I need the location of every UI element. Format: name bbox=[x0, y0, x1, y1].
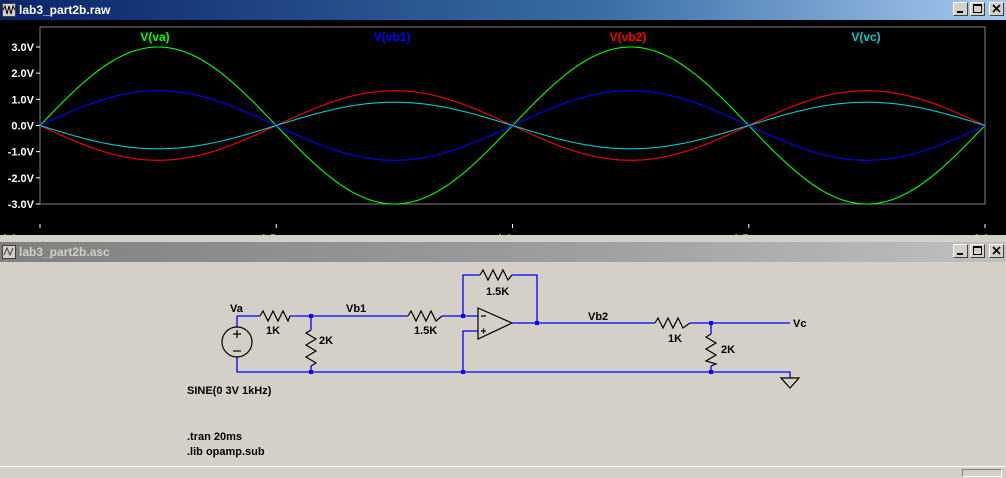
junction-dot bbox=[461, 314, 465, 318]
schematic-drawing: Va Vb1 Vb2 Vc 1K 2K 1.5K 1.5K 1K 2K SINE… bbox=[187, 268, 806, 458]
resistor-r4[interactable] bbox=[654, 316, 691, 330]
plot-close-button[interactable] bbox=[989, 2, 1004, 16]
x-tick-label: 2.0ms bbox=[974, 233, 1005, 235]
schematic-close-button[interactable] bbox=[989, 244, 1004, 258]
wire-opamp-plus[interactable] bbox=[462, 330, 478, 372]
component-value-r4: 1K bbox=[668, 333, 682, 345]
x-tick-label: 1.0ms bbox=[497, 233, 528, 235]
node-label-vc: Vc bbox=[793, 318, 806, 330]
junction-dot bbox=[709, 370, 713, 374]
schematic-file-icon bbox=[2, 245, 16, 259]
close-icon bbox=[992, 4, 1001, 13]
x-tick-label: 0.0ms bbox=[2, 233, 33, 235]
y-tick-label: -1.0V bbox=[8, 147, 35, 159]
plot-area-border bbox=[39, 26, 986, 205]
directive-lib: .lib opamp.sub bbox=[187, 446, 265, 458]
y-tick-label: -2.0V bbox=[8, 173, 35, 185]
wire-vc[interactable] bbox=[690, 322, 790, 372]
component-value-r1: 1K bbox=[266, 325, 280, 337]
junction-dot bbox=[309, 314, 313, 318]
plot-maximize-button[interactable] bbox=[970, 2, 985, 16]
schematic-minimize-button[interactable] bbox=[953, 244, 968, 258]
schematic-window-titlebar[interactable]: lab3_part2b.asc bbox=[0, 242, 1006, 262]
series-line-vvc[interactable] bbox=[39, 101, 986, 150]
wire-opamp-in[interactable] bbox=[442, 274, 538, 323]
legend-entry[interactable]: V(va) bbox=[140, 30, 169, 44]
junction-dot bbox=[461, 370, 465, 374]
legend-entry[interactable]: V(vb1) bbox=[374, 30, 411, 44]
wire-va[interactable] bbox=[236, 316, 791, 378]
y-tick-label: 1.0V bbox=[11, 94, 34, 106]
y-tick-label: -3.0V bbox=[8, 199, 35, 211]
legend-entry[interactable]: V(vc) bbox=[851, 30, 880, 44]
source-spec: SINE(0 3V 1kHz) bbox=[187, 385, 272, 397]
status-bar-segment bbox=[962, 469, 1002, 477]
resistor-r1[interactable] bbox=[259, 309, 291, 323]
maximize-icon bbox=[973, 4, 982, 13]
junction-dot bbox=[309, 370, 313, 374]
node-label-va: Va bbox=[230, 303, 244, 315]
ground-symbol[interactable] bbox=[779, 377, 801, 389]
maximize-icon bbox=[973, 246, 982, 255]
junction-dot bbox=[709, 321, 713, 325]
waveform-chart: V(va) V(vb1) V(vb2) V(vc) 3.0V 2.0V 1.0V 0.0V -… bbox=[2, 26, 1005, 235]
y-tick-label: 0.0V bbox=[11, 121, 34, 133]
component-value-rf: 1.5K bbox=[486, 286, 509, 298]
resistor-r2[interactable] bbox=[304, 329, 318, 367]
voltage-source[interactable] bbox=[221, 326, 253, 358]
component-value-r5: 2K bbox=[721, 344, 735, 356]
node-label-vb1: Vb1 bbox=[346, 303, 366, 315]
legend-entry[interactable]: V(vb2) bbox=[610, 30, 647, 44]
schematic-window-title: lab3_part2b.asc bbox=[19, 245, 110, 259]
status-bar bbox=[0, 466, 1006, 478]
schematic-canvas[interactable]: Va Vb1 Vb2 Vc 1K 2K 1.5K 1.5K 1K 2K SINE… bbox=[0, 262, 1006, 462]
plot-window-title: lab3_part2b.raw bbox=[19, 3, 111, 17]
resistor-r5[interactable] bbox=[704, 333, 718, 367]
junction-dot bbox=[535, 321, 539, 325]
y-tick-label: 2.0V bbox=[11, 68, 34, 80]
x-tick-label: 1.5ms bbox=[733, 233, 764, 235]
wires bbox=[236, 274, 791, 378]
resistor-rf[interactable] bbox=[479, 268, 513, 282]
component-value-r2: 2K bbox=[319, 335, 333, 347]
component-value-r3: 1.5K bbox=[414, 325, 437, 337]
schematic-maximize-button[interactable] bbox=[970, 244, 985, 258]
waveform-file-icon bbox=[2, 3, 16, 17]
opamp[interactable] bbox=[477, 307, 514, 340]
node-label-vb2: Vb2 bbox=[588, 311, 608, 323]
plot-minimize-button[interactable] bbox=[953, 2, 968, 16]
x-tick-label: 0.5ms bbox=[261, 233, 292, 235]
plot-window-titlebar[interactable]: lab3_part2b.raw bbox=[0, 0, 1006, 20]
close-icon bbox=[992, 246, 1001, 255]
resistor-r3[interactable] bbox=[407, 309, 443, 323]
y-tick-label: 3.0V bbox=[11, 42, 34, 54]
directive-tran: .tran 20ms bbox=[187, 431, 242, 443]
waveform-plot[interactable]: V(va) V(vb1) V(vb2) V(vc) 3.0V 2.0V 1.0V 0.0V -… bbox=[0, 20, 1006, 235]
plot-window: lab3_part2b.raw V(va) V(vb1) V(vb2) V(vc) 3… bbox=[0, 0, 1006, 236]
minimize-icon bbox=[957, 253, 963, 255]
minimize-icon bbox=[957, 11, 963, 13]
